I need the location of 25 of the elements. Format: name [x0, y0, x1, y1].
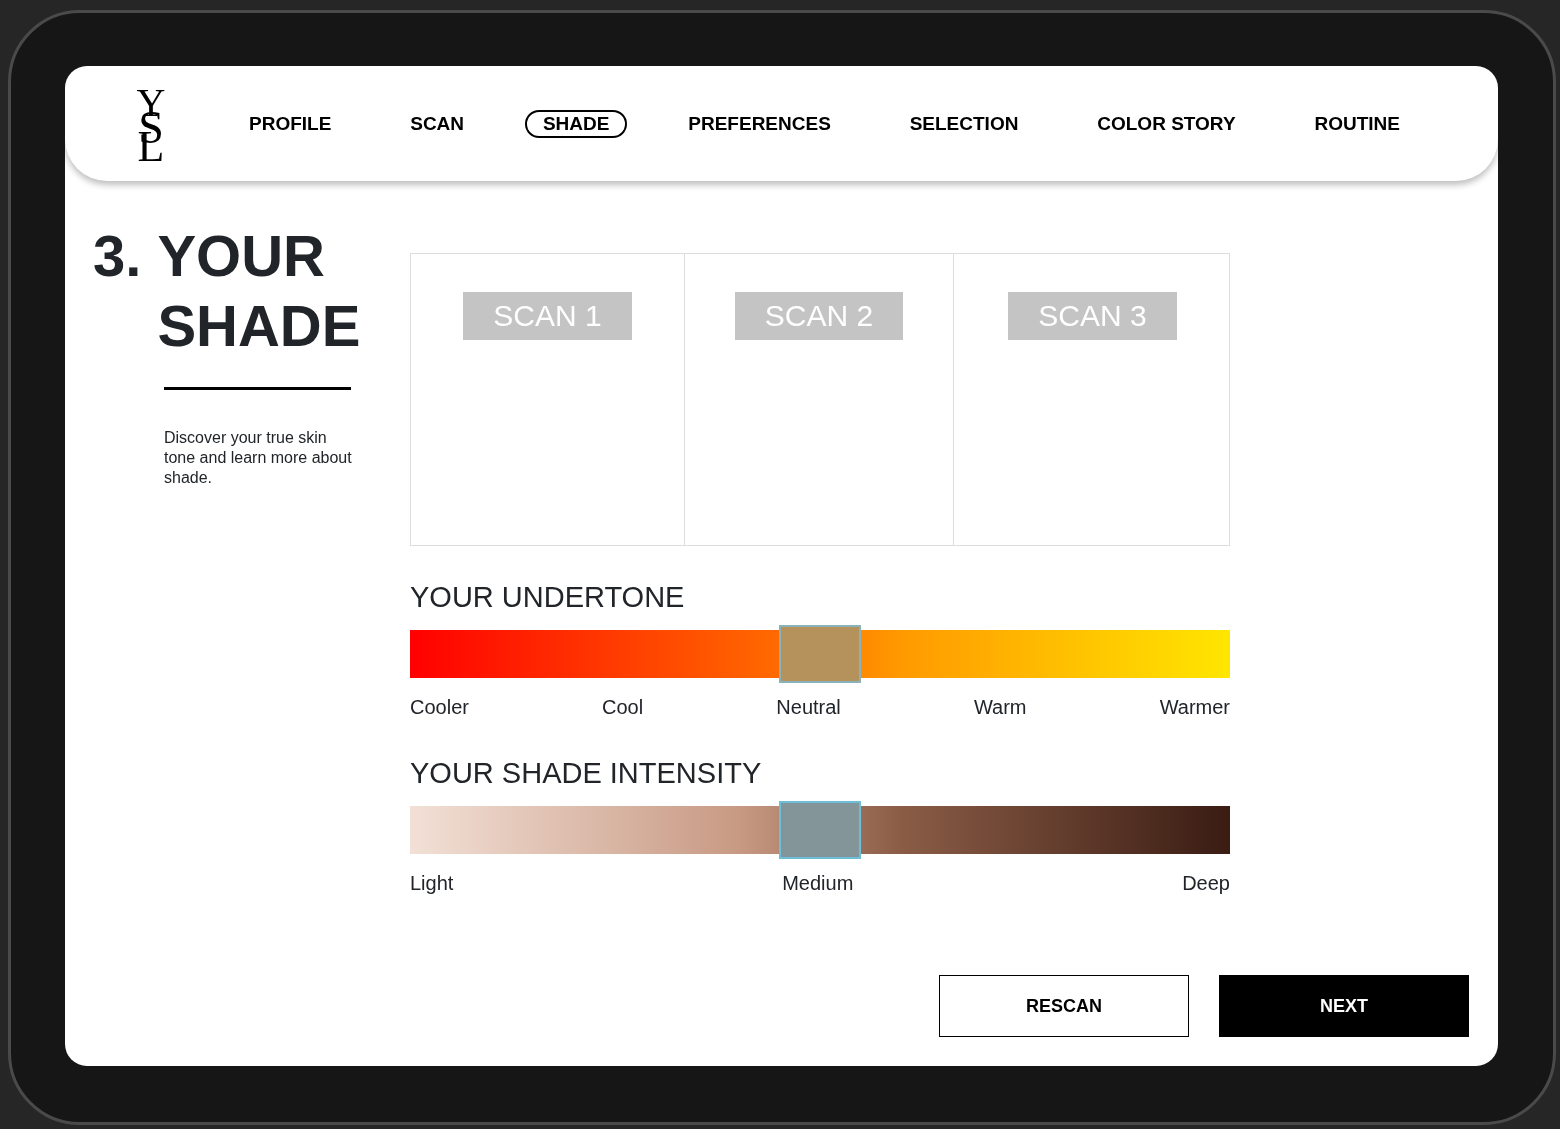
scale-label: Warmer [1159, 695, 1230, 720]
nav-tab[interactable]: PROFILE [231, 109, 350, 138]
scale-label: Cool [602, 695, 644, 720]
nav-tab[interactable]: PREFERENCES [670, 109, 849, 138]
nav-tab[interactable]: SHADE [524, 109, 628, 138]
scale-label: Warm [973, 695, 1027, 720]
scale-title: YOUR UNDERTONE [410, 580, 686, 614]
scan-label: SCAN 3 [1008, 292, 1177, 340]
scale-label: Light [410, 871, 454, 896]
scale-label: Medium [782, 871, 854, 896]
nav-tab[interactable]: SCAN [392, 109, 483, 138]
scale-title: YOUR SHADE INTENSITY [410, 756, 763, 790]
nav-tab[interactable]: ROUTINE [1296, 109, 1418, 138]
next-button[interactable]: NEXT [1219, 975, 1469, 1037]
scale-label: Cooler [410, 695, 469, 720]
scan-label: SCAN 1 [463, 292, 632, 340]
scale-label: Deep [1182, 871, 1230, 896]
page-title: YOUR SHADE [157, 222, 358, 360]
description: Discover your true skin tone and learn more about shade. [164, 428, 353, 488]
nav-tab[interactable]: SELECTION [891, 109, 1037, 138]
rescan-button[interactable]: RESCAN [939, 975, 1189, 1037]
step-number: 3. [93, 222, 142, 290]
scan-label: SCAN 2 [734, 292, 904, 340]
nav-tab[interactable]: COLOR STORY [1079, 109, 1254, 138]
scale-label: Neutral [776, 695, 841, 720]
